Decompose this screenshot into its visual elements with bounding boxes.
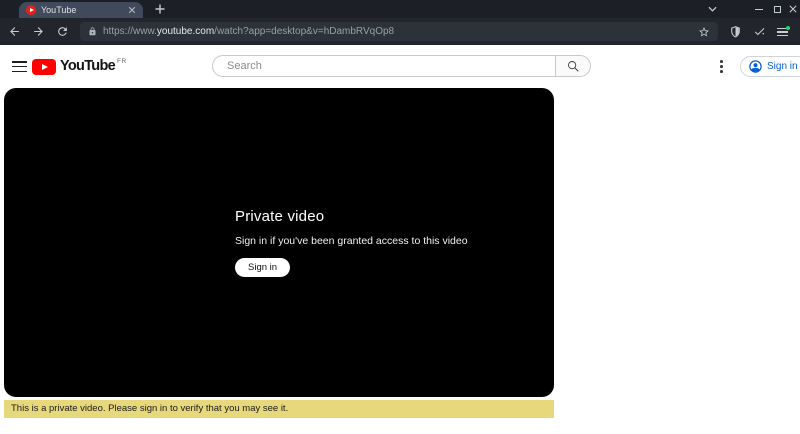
search-icon <box>566 59 580 73</box>
private-video-banner: This is a private video. Please sign in … <box>4 400 554 418</box>
search-input[interactable] <box>212 55 555 77</box>
youtube-favicon-icon <box>26 5 36 15</box>
window-controls <box>704 0 800 18</box>
update-dot-badge <box>786 26 791 31</box>
window-minimize-button[interactable] <box>750 0 768 18</box>
more-options-kebab-icon[interactable] <box>720 60 723 75</box>
url-text: https://www.youtube.com/watch?app=deskto… <box>103 26 394 37</box>
masthead-sign-in-button[interactable]: Sign in <box>740 56 800 77</box>
extension-check-icon[interactable] <box>753 25 766 38</box>
tab-search-chevron-icon[interactable] <box>704 6 720 12</box>
forward-icon[interactable] <box>32 25 45 38</box>
youtube-logo-text: YouTube <box>60 58 115 75</box>
back-icon[interactable] <box>8 25 21 38</box>
youtube-masthead: YouTube FR Sign in <box>0 45 800 88</box>
bookmark-star-icon[interactable] <box>698 26 710 38</box>
private-video-subtitle: Sign in if you've been granted access to… <box>235 235 468 247</box>
private-video-message: Private video Sign in if you've been gra… <box>235 208 468 277</box>
search-bar <box>212 55 591 77</box>
browser-tab-strip: YouTube <box>0 0 800 18</box>
page-content: Private video Sign in if you've been gra… <box>0 88 800 434</box>
sign-in-label: Sign in <box>767 61 798 72</box>
browser-tab-youtube[interactable]: YouTube <box>19 2 143 18</box>
privacy-shield-icon[interactable] <box>729 25 742 38</box>
browser-menu-icon[interactable] <box>777 26 790 38</box>
lock-icon[interactable] <box>88 26 97 37</box>
search-button[interactable] <box>555 55 591 77</box>
tab-title: YouTube <box>41 5 123 15</box>
country-code-badge: FR <box>117 58 127 65</box>
youtube-play-icon <box>32 59 56 75</box>
player-sign-in-button[interactable]: Sign in <box>235 258 290 277</box>
account-icon <box>748 59 763 74</box>
address-bar[interactable]: https://www.youtube.com/watch?app=deskto… <box>80 22 718 41</box>
window-maximize-button[interactable] <box>768 0 786 18</box>
reload-icon[interactable] <box>56 25 69 38</box>
browser-toolbar: https://www.youtube.com/watch?app=deskto… <box>0 18 800 45</box>
tab-close-icon[interactable] <box>128 6 136 14</box>
youtube-logo[interactable]: YouTube FR <box>32 58 127 75</box>
private-video-title: Private video <box>235 208 468 225</box>
window-close-button[interactable] <box>786 0 800 18</box>
new-tab-button[interactable] <box>155 4 165 14</box>
guide-hamburger-icon[interactable] <box>12 61 27 76</box>
video-player: Private video Sign in if you've been gra… <box>4 88 554 397</box>
